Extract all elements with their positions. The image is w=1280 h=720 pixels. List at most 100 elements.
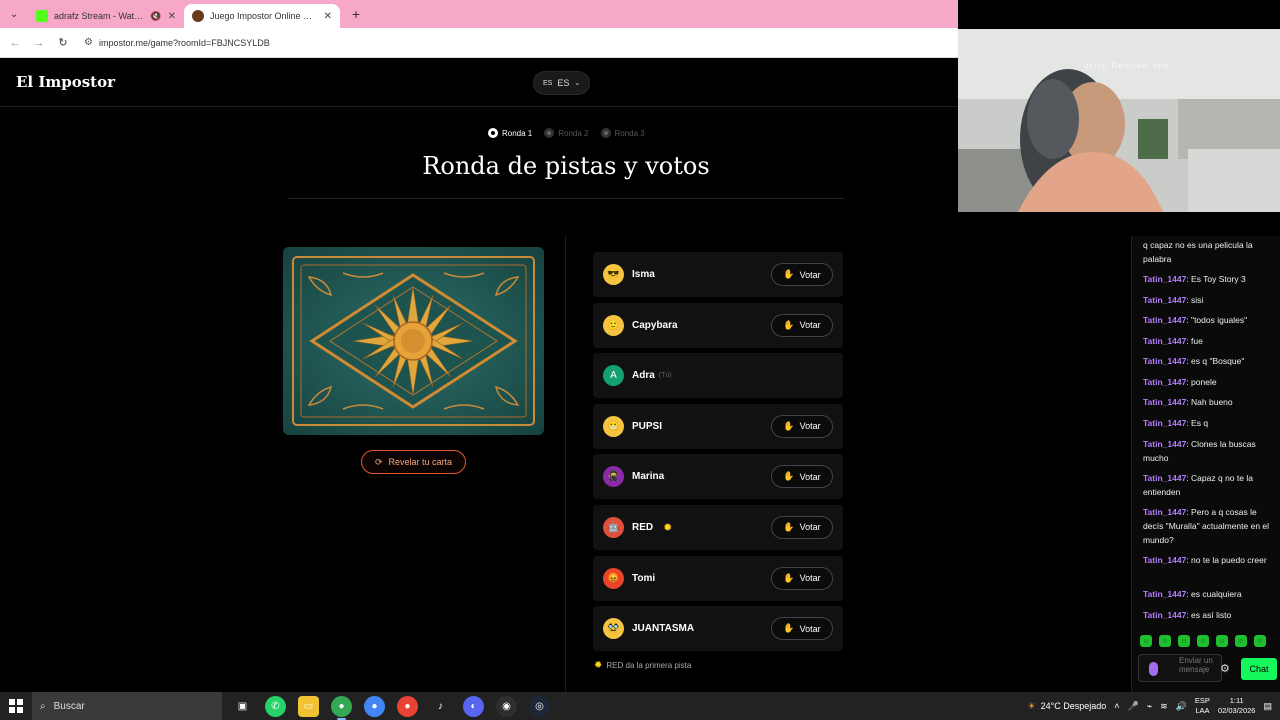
gear-icon[interactable]: ⚙ xyxy=(1220,662,1230,675)
player-name: Isma xyxy=(632,269,655,280)
chat-message: Tatin_1447: es cualquiera xyxy=(1143,589,1242,599)
chat-user[interactable]: Tatin_1447 xyxy=(1143,555,1186,565)
wifi-icon[interactable]: ≋ xyxy=(1160,701,1168,712)
emote-icon[interactable]: ☺ xyxy=(1197,635,1209,647)
microphone-icon[interactable]: 🎤 xyxy=(1128,701,1139,712)
chrome-profile-icon[interactable]: ● xyxy=(364,695,385,717)
network-icon[interactable]: ⌁ xyxy=(1147,701,1152,712)
task-view-icon[interactable]: ▣ xyxy=(232,696,253,717)
chat-user[interactable]: Tatin_1447 xyxy=(1143,315,1186,325)
reveal-label: Revelar tu carta xyxy=(388,457,453,467)
close-tab-icon[interactable]: ✕ xyxy=(168,11,176,22)
chat-user[interactable]: Tatin_1447 xyxy=(1143,295,1186,305)
chat-user[interactable]: Tatin_1447 xyxy=(1143,274,1186,284)
close-tab-icon[interactable]: ✕ xyxy=(324,11,332,22)
reload-icon[interactable]: ↻ xyxy=(54,34,72,52)
chat-input[interactable]: Enviar un mensaje xyxy=(1138,654,1222,682)
clock-date: 02/03/2026 xyxy=(1217,706,1256,715)
chat-user[interactable]: Tatin_1447 xyxy=(1143,589,1186,599)
chat-user[interactable]: Tatin_1447 xyxy=(1143,473,1186,483)
app-logo[interactable]: El Impostor xyxy=(16,73,115,91)
emote-icon[interactable]: ☺ xyxy=(1216,635,1228,647)
vote-label: Votar xyxy=(799,573,821,584)
chat-text: q capaz no es una pelicula la palabra xyxy=(1143,240,1253,264)
vote-button[interactable]: ✋ Votar xyxy=(771,465,833,489)
grimace-emoji-icon: 😬 xyxy=(603,415,624,437)
emote-icon[interactable]: ☺ xyxy=(1140,635,1152,647)
column-divider xyxy=(565,236,566,692)
whatsapp-icon[interactable]: ✆ xyxy=(265,695,286,717)
chat-user[interactable]: Tatin_1447 xyxy=(1143,610,1186,620)
muted-icon[interactable]: 🔇 xyxy=(150,11,161,22)
vote-button[interactable]: ✋ Votar xyxy=(771,313,833,337)
robot-emoji-icon: 🤖 xyxy=(603,516,624,538)
ninja-emoji-icon: 🥷 xyxy=(603,466,624,488)
search-placeholder: Buscar xyxy=(53,700,85,712)
emote-icon[interactable]: ☺ xyxy=(1254,635,1266,647)
hand-icon: ✋ xyxy=(783,269,795,279)
player-name: Marina xyxy=(632,471,665,483)
new-tab-button[interactable]: + xyxy=(344,2,368,26)
chat-message: Tatin_1447: no te la puedo creer xyxy=(1143,555,1267,565)
player-row: 😡 Tomi ✋ Votar xyxy=(593,555,843,601)
vote-button[interactable]: ✋ Votar xyxy=(771,515,833,539)
smile-emoji-icon: 🙂 xyxy=(603,314,624,336)
top-nav: El Impostor ES ES ⌄ xyxy=(0,58,958,107)
taskbar-search[interactable]: ⌕ Buscar xyxy=(32,692,222,720)
lang-line-2: LAA xyxy=(1195,706,1210,715)
language-selector[interactable]: ES ES ⌄ xyxy=(533,71,591,95)
back-icon[interactable]: ← xyxy=(6,34,24,52)
chat-user[interactable]: Tatin_1447 xyxy=(1143,418,1186,428)
chat-message: Tatin_1447: Pero a q cosas le decís "Mur… xyxy=(1143,507,1270,545)
chat-user[interactable]: Tatin_1447 xyxy=(1143,507,1186,517)
chat-user[interactable]: Tatin_1447 xyxy=(1143,336,1186,346)
round-indicator: Ronda 1 Ronda 2 Ronda 3 xyxy=(488,128,645,138)
microphone-icon[interactable] xyxy=(1149,662,1158,676)
input-language[interactable]: ESP LAA xyxy=(1195,696,1210,716)
round-label: Ronda 3 xyxy=(614,128,645,138)
windows-start-icon[interactable] xyxy=(0,692,32,720)
emote-icon[interactable]: ☺ xyxy=(1178,635,1190,647)
vote-button[interactable]: ✋ Votar xyxy=(771,263,833,286)
clock[interactable]: 1:11 02/03/2026 xyxy=(1218,696,1256,716)
chat-message: Tatin_1447: es así listo xyxy=(1143,610,1232,620)
chevron-up-icon[interactable]: ˄ xyxy=(1114,701,1119,711)
volume-icon[interactable]: 🔊 xyxy=(1176,701,1187,712)
tab-title: Juego Impostor Online Gratis xyxy=(210,11,318,21)
player-name: JUANTASMA xyxy=(632,623,695,635)
chat-user[interactable]: Tatin_1447 xyxy=(1143,356,1186,366)
sun-icon: ✹ xyxy=(663,521,673,534)
emote-icon[interactable]: ☺ xyxy=(1159,635,1171,647)
tab-search-icon[interactable]: ⌄ xyxy=(0,0,28,28)
chat-user[interactable]: Tatin_1447 xyxy=(1143,397,1186,407)
vote-button[interactable]: ✋ Votar xyxy=(771,414,833,438)
vote-button[interactable]: ✋ Votar xyxy=(771,617,833,641)
vote-label: Votar xyxy=(799,269,821,280)
chrome-alt-icon[interactable]: ● xyxy=(397,695,418,717)
vote-button[interactable]: ✋ Votar xyxy=(771,566,833,590)
emote-icon[interactable]: ☺ xyxy=(1235,635,1247,647)
chat-message: Tatin_1447: fue xyxy=(1143,336,1203,346)
chat-send-button[interactable]: Chat xyxy=(1241,658,1277,680)
chat-user[interactable]: Tatin_1447 xyxy=(1143,377,1186,387)
system-tray: ☀ 24°C Despejado ˄ 🎤 ⌁ ≋ 🔊 ESP LAA 1:11 … xyxy=(1028,692,1280,720)
tab-impostor-game[interactable]: Juego Impostor Online Gratis ✕ xyxy=(184,4,340,28)
hint-text: RED da la primera pista xyxy=(606,661,692,670)
weather-widget[interactable]: ☀ 24°C Despejado xyxy=(1028,701,1107,712)
site-info-icon[interactable]: ⚙ xyxy=(84,37,93,48)
steam-icon[interactable]: ◎ xyxy=(529,695,550,717)
chat-user[interactable]: Tatin_1447 xyxy=(1143,439,1186,449)
url-field[interactable]: ⚙ impostor.me/game?roomId=FBJNCSYLDB xyxy=(78,31,958,54)
obs-icon[interactable]: ◉ xyxy=(496,695,517,717)
chat-message: Tatin_1447: "todos iguales" xyxy=(1143,315,1248,325)
tab-kick-stream[interactable]: adrafz Stream - Watch Live 🔇 ✕ xyxy=(28,4,184,28)
chrome-icon[interactable]: ● xyxy=(331,695,352,720)
vote-label: Votar xyxy=(799,522,821,533)
discord-icon[interactable]: ◐ xyxy=(463,695,484,717)
file-explorer-icon[interactable]: ▭ xyxy=(298,695,319,717)
notification-icon[interactable]: ▤ xyxy=(1263,701,1272,712)
tiktok-icon[interactable]: ♪ xyxy=(430,696,451,717)
sun-icon: ✹ xyxy=(594,660,603,671)
forward-icon[interactable]: → xyxy=(30,34,48,52)
reveal-card-button[interactable]: ⟳ Revelar tu carta xyxy=(361,450,466,474)
